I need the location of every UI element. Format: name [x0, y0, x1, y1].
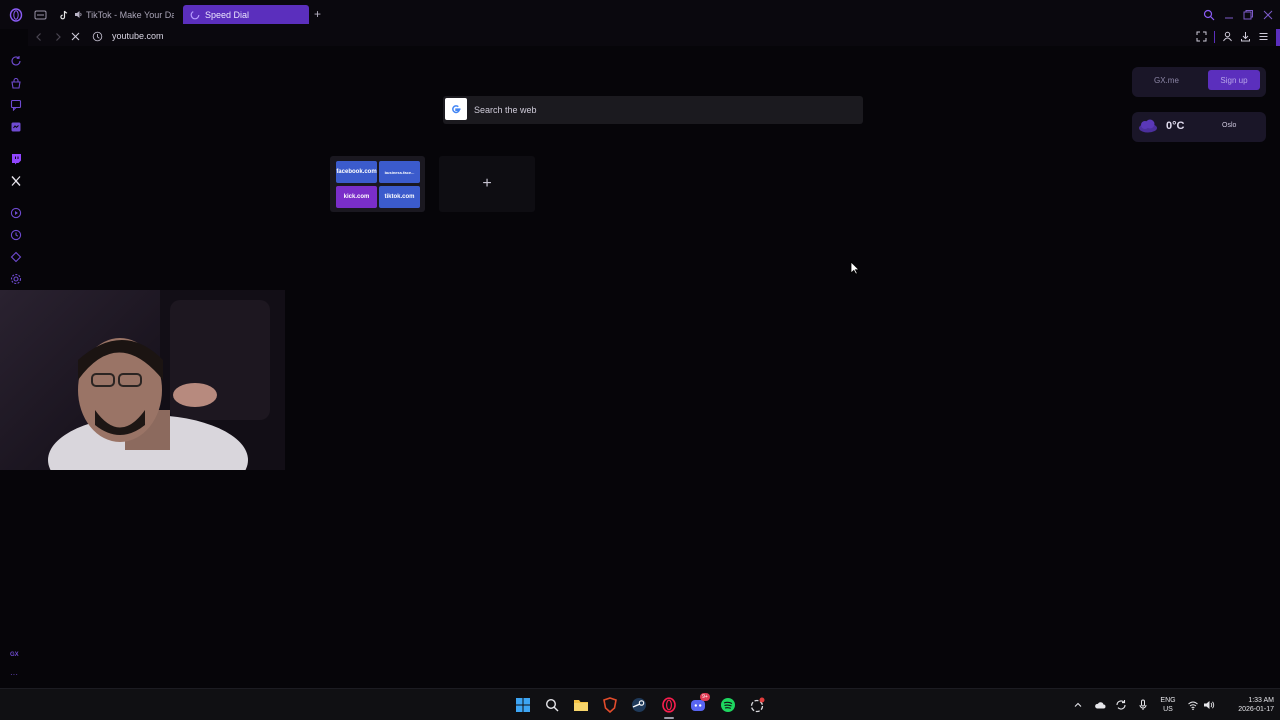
search-icon[interactable]: [543, 696, 561, 714]
clock-date: 2026-01-17: [1238, 706, 1274, 713]
gx-me-link[interactable]: GX.me: [1154, 76, 1179, 85]
speaker-icon[interactable]: [74, 9, 83, 21]
clock-time: 1:33 AM: [1248, 697, 1274, 704]
active-app-indicator: [664, 717, 674, 719]
accent-edge: [1276, 29, 1280, 46]
opera-gx-logo-icon[interactable]: [9, 8, 23, 22]
tiktok-icon: [58, 9, 70, 21]
gx-widget: GX.me Sign up: [1132, 67, 1266, 97]
show-hidden-icons-icon[interactable]: [1073, 700, 1083, 710]
brave-shield-icon[interactable]: [601, 696, 619, 714]
add-speed-dial-button[interactable]: +: [439, 156, 535, 212]
steam-icon[interactable]: [630, 696, 648, 714]
speed-dial-tile-facebook[interactable]: facebook.com: [336, 161, 377, 183]
speed-dial-tile-tiktok[interactable]: tiktok.com: [379, 186, 420, 208]
opera-gx-taskbar-icon[interactable]: [660, 696, 678, 714]
loading-spinner-icon: [189, 9, 201, 21]
tab-islands-icon[interactable]: [34, 9, 47, 21]
notification-app-icon[interactable]: [748, 696, 766, 714]
webcam-overlay: [0, 290, 285, 470]
system-clock[interactable]: 1:33 AM 2026-01-17: [1220, 696, 1274, 714]
file-explorer-icon[interactable]: [572, 696, 590, 714]
windows-start-icon[interactable]: [514, 696, 532, 714]
weather-temperature: 0°C: [1166, 120, 1185, 132]
spotify-icon[interactable]: [719, 696, 737, 714]
gx-control-label[interactable]: GX: [10, 652, 19, 658]
player-icon[interactable]: [9, 206, 23, 220]
divider: [1214, 31, 1215, 43]
snapshot-icon[interactable]: [1196, 31, 1207, 42]
menu-icon[interactable]: [1258, 31, 1269, 42]
twitch-icon[interactable]: [9, 152, 23, 166]
tab-speed-dial[interactable]: Speed Dial: [183, 5, 309, 24]
x-twitter-icon[interactable]: [9, 174, 23, 188]
volume-icon[interactable]: [1203, 699, 1215, 711]
speed-dial-tile-kick[interactable]: kick.com: [336, 186, 377, 208]
weather-widget[interactable]: 0°C Oslo: [1132, 112, 1266, 142]
onedrive-cloud-icon[interactable]: [1094, 699, 1106, 711]
forward-icon[interactable]: [53, 32, 63, 42]
close-window-icon[interactable]: [1262, 9, 1274, 21]
discord-notification-badge: 9+: [700, 693, 710, 701]
search-input[interactable]: [474, 101, 844, 118]
wifi-icon[interactable]: [1187, 699, 1199, 711]
tab-label: Speed Dial: [205, 9, 250, 20]
google-icon: [445, 98, 467, 120]
new-tab-button[interactable]: +: [312, 8, 323, 20]
site-info-icon[interactable]: [92, 31, 103, 42]
messenger-icon[interactable]: [9, 120, 23, 134]
microphone-icon[interactable]: [1137, 699, 1149, 711]
refresh-icon[interactable]: [9, 54, 23, 68]
restore-icon[interactable]: [1242, 9, 1254, 21]
speed-dial-tile-business-facebook[interactable]: business.face...: [379, 161, 420, 183]
stop-loading-icon[interactable]: [70, 31, 81, 42]
address-bar: [28, 29, 1280, 46]
extensions-icon[interactable]: [9, 250, 23, 264]
download-icon[interactable]: [1240, 31, 1251, 42]
webcam-person-image: [48, 290, 285, 470]
tab-label: TikTok - Make Your Da: [86, 9, 174, 20]
profile-icon[interactable]: [1222, 31, 1233, 42]
search-box: [443, 96, 863, 124]
url-text[interactable]: youtube.com: [112, 31, 164, 41]
settings-gear-icon[interactable]: [9, 272, 23, 286]
sidebar-more-button[interactable]: ···: [10, 670, 18, 679]
language-code: ENG: [1160, 697, 1176, 704]
chat-icon[interactable]: [9, 98, 23, 112]
sign-up-button[interactable]: Sign up: [1208, 70, 1260, 90]
tab-bar: TikTok - Make Your Da Speed Dial +: [0, 0, 1280, 29]
back-icon[interactable]: [34, 32, 44, 42]
minimize-icon[interactable]: [1223, 9, 1235, 21]
bag-icon[interactable]: [9, 76, 23, 90]
search-tabs-icon[interactable]: [1203, 9, 1215, 21]
weather-cloud-icon: [1136, 118, 1160, 134]
region-code: US: [1163, 706, 1173, 713]
mouse-cursor-icon: [850, 261, 860, 275]
windows-taskbar: 9+ ENG US 1:33 AM 2026-01-17: [0, 688, 1280, 720]
sync-icon[interactable]: [1115, 699, 1127, 711]
tab-tiktok[interactable]: TikTok - Make Your Da: [58, 5, 174, 24]
history-icon[interactable]: [9, 228, 23, 242]
input-language[interactable]: ENG US: [1157, 696, 1179, 714]
weather-city: Oslo: [1222, 122, 1237, 129]
speed-dial-folder[interactable]: facebook.com business.face... kick.com t…: [330, 156, 425, 212]
